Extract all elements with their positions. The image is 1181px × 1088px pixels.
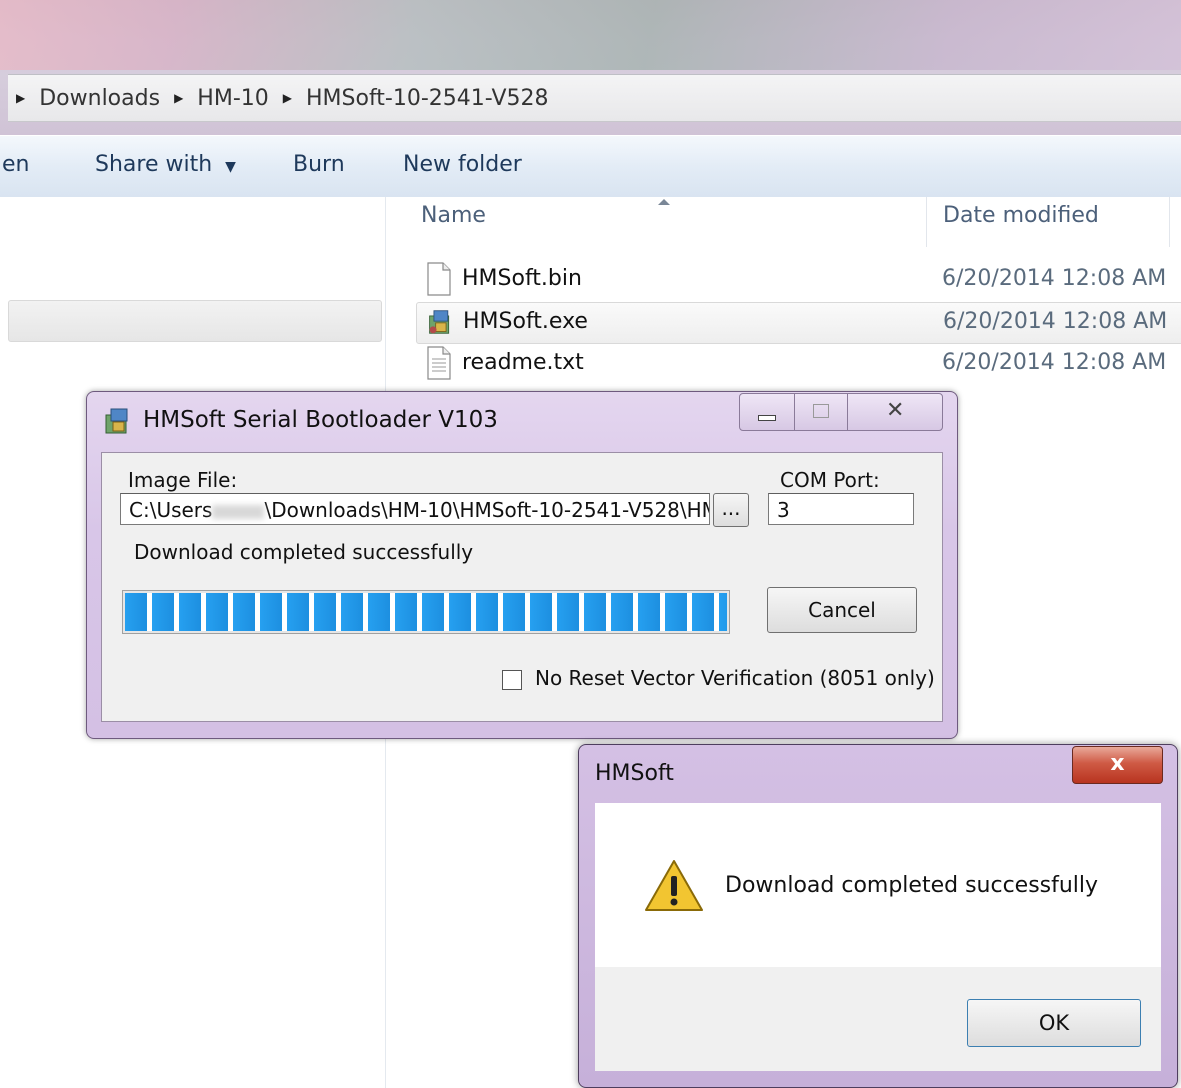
breadcrumb-hmsoft-folder[interactable]: HMSoft-10-2541-V528: [306, 86, 548, 111]
app-icon: [105, 408, 128, 434]
sort-ascending-icon: [658, 199, 670, 205]
chevron-right-icon[interactable]: ▶: [283, 91, 292, 105]
cancel-button[interactable]: Cancel: [767, 587, 917, 633]
minimize-icon: [758, 415, 776, 421]
file-row[interactable]: HMSoft.exe 6/20/2014 12:08 AM: [416, 302, 1181, 344]
maximize-button[interactable]: [794, 393, 848, 431]
no-reset-label: No Reset Vector Verification (8051 only): [535, 666, 935, 690]
warning-icon: [645, 860, 703, 911]
explorer-titlebar: ▶ Downloads ▶ HM-10 ▶ HMSoft-10-2541-V52…: [0, 0, 1181, 135]
chevron-right-icon[interactable]: ▶: [174, 91, 183, 105]
share-with-button[interactable]: Share with ▼: [95, 152, 236, 177]
burn-button[interactable]: Burn: [293, 152, 345, 177]
message-footer: OK: [595, 967, 1161, 1071]
file-row[interactable]: readme.txt 6/20/2014 12:08 AM: [416, 344, 1181, 384]
message-text: Download completed successfully: [725, 873, 1099, 898]
open-button[interactable]: en: [2, 152, 29, 177]
image-file-label: Image File:: [128, 468, 238, 492]
file-name: HMSoft.exe: [463, 309, 588, 334]
message-box-title: HMSoft: [595, 761, 674, 786]
image-file-path-prefix: C:\Users: [129, 498, 213, 522]
ok-button[interactable]: OK: [967, 999, 1141, 1047]
chevron-right-icon[interactable]: ▶: [16, 91, 25, 105]
caption-buttons: ✕: [739, 393, 943, 431]
image-file-path-suffix: \Downloads\HM-10\HMSoft-10-2541-V528\HM:: [264, 498, 710, 522]
column-divider[interactable]: [1169, 197, 1170, 247]
file-date: 6/20/2014 12:08 AM: [942, 266, 1167, 291]
window-title: HMSoft Serial Bootloader V103: [143, 407, 498, 433]
file-name: HMSoft.bin: [462, 266, 582, 291]
bootloader-window: HMSoft Serial Bootloader V103 ✕ Image Fi…: [86, 391, 958, 739]
nav-selected-item[interactable]: [8, 300, 382, 342]
image-file-input[interactable]: C:\Users \Downloads\HM-10\HMSoft-10-2541-…: [120, 493, 710, 525]
com-port-label: COM Port:: [780, 468, 880, 492]
command-bar: en Share with ▼ Burn New folder: [0, 135, 1181, 198]
progress-bar: [122, 590, 730, 634]
maximize-icon: [813, 404, 829, 418]
new-folder-button[interactable]: New folder: [403, 152, 522, 177]
message-body: Download completed successfully: [595, 803, 1161, 967]
file-row[interactable]: HMSoft.bin 6/20/2014 12:08 AM: [416, 260, 1181, 300]
close-button[interactable]: ✕: [847, 393, 943, 431]
close-icon: x: [1110, 751, 1125, 776]
file-date: 6/20/2014 12:08 AM: [943, 309, 1168, 334]
column-header-name[interactable]: Name: [421, 203, 486, 228]
column-divider[interactable]: [926, 197, 927, 247]
bootloader-client-area: Image File: C:\Users \Downloads\HM-10\HMS…: [101, 452, 943, 722]
screen: ▶ Downloads ▶ HM-10 ▶ HMSoft-10-2541-V52…: [0, 0, 1181, 1088]
chevron-down-icon: ▼: [225, 159, 236, 175]
status-text: Download completed successfully: [134, 540, 474, 564]
column-header-date-modified[interactable]: Date modified: [943, 203, 1099, 228]
no-reset-checkbox[interactable]: [502, 670, 522, 690]
minimize-button[interactable]: [739, 393, 795, 431]
redacted-username: [212, 504, 265, 519]
close-icon: ✕: [886, 398, 905, 423]
file-name: readme.txt: [462, 350, 584, 375]
file-date: 6/20/2014 12:08 AM: [942, 350, 1167, 375]
com-port-input[interactable]: 3: [768, 493, 914, 525]
installer-icon: [429, 310, 450, 334]
progress-fill: [125, 593, 727, 631]
share-with-label: Share with: [95, 152, 213, 177]
breadcrumb-downloads[interactable]: Downloads: [39, 86, 160, 111]
text-file-icon: [427, 346, 451, 380]
aero-glass: [0, 0, 1181, 70]
browse-button[interactable]: ...: [713, 493, 749, 527]
breadcrumb-hm10[interactable]: HM-10: [197, 86, 268, 111]
address-bar[interactable]: ▶ Downloads ▶ HM-10 ▶ HMSoft-10-2541-V52…: [8, 74, 1181, 122]
close-button[interactable]: x: [1072, 746, 1163, 784]
message-box: HMSoft x Download completed successfully…: [578, 744, 1178, 1088]
file-icon: [427, 262, 451, 296]
